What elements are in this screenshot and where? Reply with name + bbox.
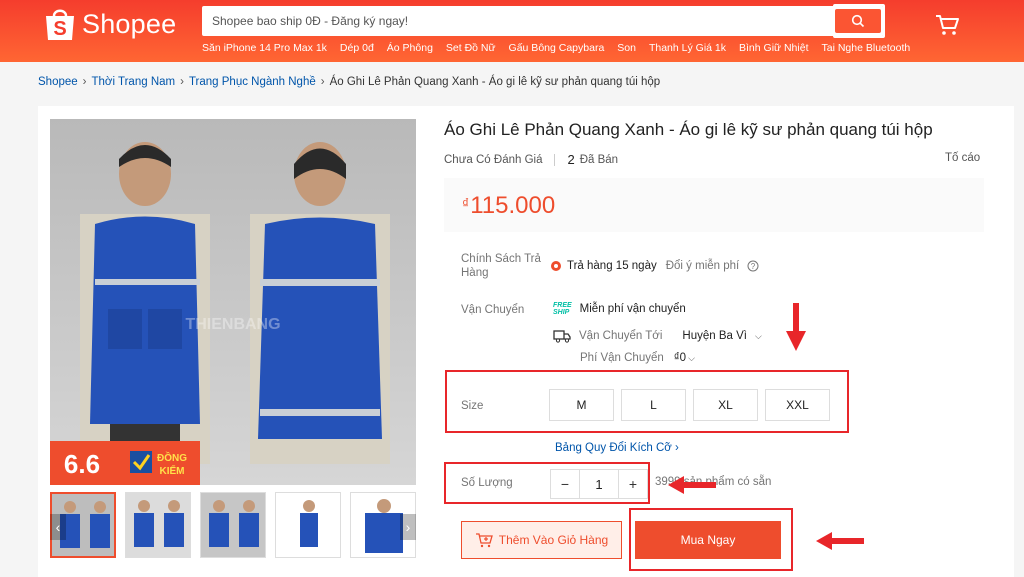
add-to-cart-button[interactable]: Thêm Vào Giỏ Hàng	[461, 521, 622, 559]
search-icon	[851, 14, 865, 28]
shipping-fee-value[interactable]: ₫0	[674, 352, 686, 364]
free-ship-icon: FREE SHIP	[553, 302, 572, 316]
return-icon	[551, 261, 561, 271]
thumbnail-image[interactable]	[125, 492, 191, 558]
return-policy-row: Trả hàng 15 ngày Đổi ý miễn phí ?	[550, 260, 759, 272]
suggestion-link[interactable]: Tai Nghe Bluetooth	[822, 42, 911, 54]
cart-plus-icon	[475, 533, 493, 548]
return-policy-label: Chính Sách Trả Hàng	[461, 253, 541, 279]
shipping-fee-label: Phí Vận Chuyển	[580, 352, 664, 364]
return-policy-value: Trả hàng 15 ngày	[567, 260, 657, 272]
quantity-input[interactable]: 1	[579, 470, 619, 498]
report-link[interactable]: Tố cáo	[945, 152, 980, 164]
chevron-right-icon: ›	[180, 76, 184, 88]
chevron-down-icon[interactable]: ⌵	[755, 331, 762, 342]
chevron-down-icon[interactable]: ⌵	[688, 353, 695, 364]
size-option-xl[interactable]: XL	[693, 389, 758, 421]
badge-line2: KIỂM	[160, 464, 185, 477]
thumbnail-image[interactable]	[200, 492, 266, 558]
thumbnail-next-button[interactable]: ›	[400, 514, 416, 540]
suggestion-link[interactable]: Son	[617, 42, 636, 54]
decrease-button[interactable]: −	[551, 470, 579, 498]
search-button[interactable]	[835, 9, 881, 33]
shipping-to-value[interactable]: Huyện Ba Vì	[682, 330, 747, 342]
return-policy-extra: Đổi ý miễn phí	[665, 260, 740, 272]
add-to-cart-label: Thêm Vào Giỏ Hàng	[498, 533, 609, 547]
increase-button[interactable]: +	[619, 470, 647, 498]
breadcrumb-link[interactable]: Shopee	[38, 76, 78, 88]
sold-label: Đã Bán	[579, 153, 619, 166]
free-shipping-row: FREE SHIP Miễn phí vận chuyển	[553, 302, 686, 316]
product-title: Áo Ghi Lê Phản Quang Xanh - Áo gi lê kỹ …	[444, 120, 933, 139]
svg-text:S: S	[53, 18, 66, 40]
suggestion-link[interactable]: Set Đồ Nữ	[446, 42, 496, 54]
thumbnail-strip	[50, 492, 416, 558]
suggestion-link[interactable]: Dép 0đ	[340, 42, 374, 54]
product-stats: Chưa Có Đánh Giá 2 Đã Bán	[444, 152, 618, 167]
chevron-right-icon: ›	[82, 76, 87, 88]
badge-line1: ĐỒNG	[157, 451, 187, 464]
quantity-stepper: − 1 +	[550, 469, 648, 499]
currency-symbol: ₫	[462, 195, 470, 211]
truck-icon	[553, 330, 571, 343]
top-header: S Shopee Shopee bao ship 0Đ - Đăng ký ng…	[0, 0, 1024, 62]
shipping-label: Vận Chuyển	[461, 304, 525, 316]
shopee-logo[interactable]: S Shopee	[44, 6, 176, 42]
svg-text:?: ?	[751, 262, 756, 271]
suggestion-link[interactable]: Áo Phông	[387, 42, 433, 54]
suggestion-link[interactable]: Thanh Lý Giá 1k	[649, 42, 726, 54]
sale-badge-number: 6.6	[64, 449, 100, 479]
thumbnail-prev-button[interactable]: ‹	[50, 514, 66, 540]
size-label: Size	[461, 400, 484, 412]
watermark-text: THIENBANG	[185, 316, 280, 333]
free-shipping-text: Miễn phí vận chuyển	[579, 303, 686, 315]
shipping-to-label: Vận Chuyển Tới	[579, 330, 663, 342]
size-option-l[interactable]: L	[621, 389, 686, 421]
buy-now-button[interactable]: Mua Ngay	[635, 521, 781, 559]
breadcrumb-current: Áo Ghi Lê Phản Quang Xanh - Áo gi lê kỹ …	[329, 76, 661, 88]
search-suggestions: Săn iPhone 14 Pro Max 1k Dép 0đ Áo Phông…	[202, 42, 910, 54]
search-bar[interactable]: Shopee bao ship 0Đ - Đăng ký ngay!	[202, 6, 884, 36]
search-input[interactable]: Shopee bao ship 0Đ - Đăng ký ngay!	[202, 14, 835, 28]
thumbnail-image[interactable]	[275, 492, 341, 558]
shipping-to-row: Vận Chuyển Tới Huyện Ba Vì ⌵	[553, 329, 762, 343]
logo-text: Shopee	[82, 8, 177, 39]
suggestion-link[interactable]: Bình Giữ Nhiệt	[739, 42, 808, 54]
quantity-label: Số Lượng	[461, 477, 513, 489]
free-ship-badge-line2: SHIP	[553, 309, 570, 316]
size-guide-text: Bảng Quy Đổi Kích Cỡ	[555, 442, 672, 454]
product-price: ₫ 115.000	[462, 192, 555, 220]
cart-icon[interactable]	[934, 13, 960, 42]
stock-text: 3999 sản phẩm có sẵn	[655, 476, 772, 488]
size-options: M L XL XXL	[549, 389, 830, 421]
breadcrumb-link[interactable]: Thời Trang Nam	[92, 76, 176, 88]
suggestion-link[interactable]: Gấu Bông Capybara	[509, 42, 605, 54]
size-option-xxl[interactable]: XXL	[765, 389, 830, 421]
product-main-image[interactable]: THIENBANG 6.6 ĐỒNG KIỂM	[50, 119, 416, 485]
price-value: 115.000	[470, 192, 556, 219]
shipping-fee-row: Phí Vận Chuyển ₫0 ⌵	[580, 352, 695, 364]
free-ship-badge-line1: FREE	[553, 302, 572, 309]
breadcrumb: Shopee › Thời Trang Nam › Trang Phục Ngà…	[38, 76, 660, 88]
suggestion-link[interactable]: Săn iPhone 14 Pro Max 1k	[202, 42, 327, 54]
chevron-right-icon: ›	[675, 442, 679, 454]
rating-text[interactable]: Chưa Có Đánh Giá	[444, 153, 556, 166]
help-icon[interactable]: ?	[747, 260, 759, 272]
breadcrumb-link[interactable]: Trang Phục Ngành Nghề	[189, 76, 316, 88]
sold-count: 2	[567, 152, 575, 167]
size-guide-link[interactable]: Bảng Quy Đổi Kích Cỡ ›	[555, 442, 679, 454]
chevron-right-icon: ›	[320, 76, 325, 88]
shopping-bag-icon: S	[44, 6, 76, 42]
size-option-m[interactable]: M	[549, 389, 614, 421]
